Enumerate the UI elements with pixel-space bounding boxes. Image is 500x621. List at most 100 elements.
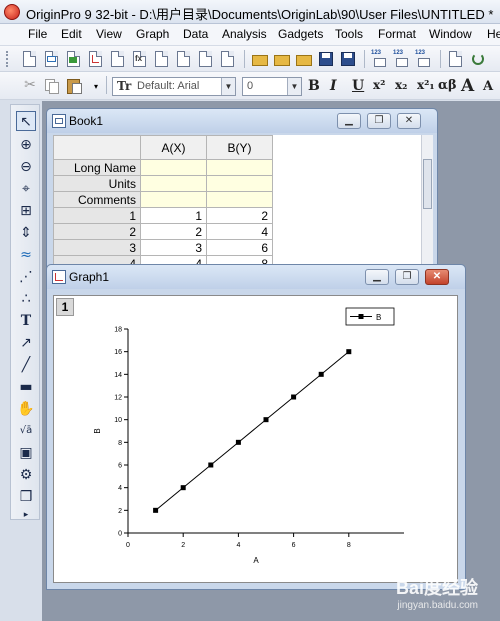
close-button[interactable]: ✕ — [425, 269, 449, 285]
plot-area[interactable]: 0 2 4 6 8 0 2 4 6 8 10 12 14 16 18 A B B — [54, 296, 459, 584]
import-wizard-icon[interactable]: 123 — [414, 49, 434, 69]
tools-overflow-icon[interactable]: ▸ — [16, 505, 36, 525]
close-button[interactable]: ✕ — [397, 113, 421, 129]
draw-data-tool-icon[interactable]: ≈ — [16, 245, 36, 265]
3d-rotate-tool-icon[interactable]: ❒ — [16, 487, 36, 507]
paste-icon[interactable] — [64, 76, 84, 96]
chevron-down-icon[interactable]: ▼ — [287, 78, 301, 95]
hand-tool-icon[interactable]: ✋ — [16, 399, 36, 419]
pointer-tool-icon[interactable]: ↖ — [16, 111, 36, 131]
import-multiple-ascii-icon[interactable]: 123 — [392, 49, 412, 69]
worksheet-corner[interactable] — [53, 135, 141, 160]
superscript-button[interactable]: x² — [373, 78, 385, 92]
table-cell[interactable]: 1 — [140, 207, 207, 224]
new-excel-icon[interactable] — [64, 49, 84, 69]
menu-item-tools[interactable]: Tools — [335, 27, 363, 41]
units-cell-b[interactable] — [206, 175, 273, 192]
table-cell[interactable]: 4 — [206, 223, 273, 240]
comments-cell-a[interactable] — [140, 191, 207, 208]
save-project-icon[interactable] — [316, 49, 336, 69]
paste-dropdown-icon[interactable]: ▾ — [86, 82, 106, 102]
toolbar-overflow-icon[interactable] — [490, 49, 500, 69]
table-cell[interactable]: 2 — [206, 207, 273, 224]
row-header[interactable]: 2 — [53, 223, 141, 240]
menu-item-edit[interactable]: Edit — [61, 27, 82, 41]
new-workbook-icon[interactable] — [42, 49, 62, 69]
label-row-header[interactable]: Units — [53, 175, 141, 192]
insert-equation-icon[interactable]: √ā — [16, 421, 36, 441]
menu-item-gadgets[interactable]: Gadgets — [278, 27, 323, 41]
label-row-header[interactable]: Long Name — [53, 159, 141, 176]
long-name-cell-a[interactable] — [140, 159, 207, 176]
graph-page[interactable]: 1 0 2 4 6 8 0 2 4 6 8 10 12 14 16 18 A B B — [53, 295, 458, 583]
zoom-out-tool-icon[interactable]: ⊖ — [16, 157, 36, 177]
vertical-scrollbar[interactable] — [421, 135, 433, 275]
new-graph-icon[interactable] — [86, 49, 106, 69]
data-reader-tool-icon[interactable]: ⊞ — [16, 201, 36, 221]
supersubscript-button[interactable]: x²₁ — [417, 78, 435, 92]
minimize-button[interactable]: ▁ — [365, 269, 389, 285]
menu-item-data[interactable]: Data — [183, 27, 208, 41]
scrollbar-thumb[interactable] — [423, 159, 432, 209]
scatter-points-icon[interactable]: ∴ — [16, 289, 36, 309]
bold-button[interactable]: B — [308, 78, 320, 94]
regional-data-selector-icon[interactable]: ⋰ — [16, 267, 36, 287]
font-size-select[interactable]: 0 ▼ — [242, 77, 302, 96]
menu-item-graph[interactable]: Graph — [136, 27, 169, 41]
greek-button[interactable]: αβ — [438, 78, 457, 93]
maximize-button[interactable]: ❐ — [395, 269, 419, 285]
refresh-icon[interactable] — [468, 49, 488, 69]
new-notes-icon[interactable] — [174, 49, 194, 69]
new-project-icon[interactable] — [20, 49, 40, 69]
new-layout-icon[interactable] — [152, 49, 172, 69]
maximize-button[interactable]: ❐ — [367, 113, 391, 129]
italic-button[interactable]: I — [330, 78, 337, 94]
row-header[interactable]: 1 — [53, 207, 141, 224]
open-folder-icon[interactable] — [250, 49, 270, 69]
decrease-font-button[interactable]: A — [483, 79, 493, 94]
menu-item-analysis[interactable]: Analysis — [222, 27, 267, 41]
zoom-in-tool-icon[interactable]: ⊕ — [16, 135, 36, 155]
annotation-tool-icon[interactable]: ⚙ — [16, 465, 36, 485]
table-cell[interactable]: 2 — [140, 223, 207, 240]
import-single-ascii-icon[interactable]: 123 — [370, 49, 390, 69]
screen-reader-tool-icon[interactable]: ⌖ — [16, 179, 36, 199]
cut-icon[interactable]: ✂ — [20, 76, 40, 96]
copy-icon[interactable] — [42, 76, 62, 96]
rectangle-tool-icon[interactable]: ▬ — [16, 377, 36, 397]
menu-item-file[interactable]: File — [28, 27, 47, 41]
origin-app-icon[interactable] — [4, 4, 20, 20]
font-select[interactable]: Tr Default: Arial ▼ — [112, 77, 236, 96]
underline-button[interactable]: U — [352, 78, 364, 94]
subscript-button[interactable]: x₂ — [395, 78, 407, 92]
increase-font-button[interactable]: A — [461, 76, 474, 96]
graph1-window[interactable]: Graph1 ▁ ❐ ✕ 1 0 2 4 6 8 0 2 4 6 8 10 12 14 16 18 A B B — [46, 264, 466, 590]
new-function-icon[interactable]: fx — [130, 49, 150, 69]
insert-graph-icon[interactable]: ▣ — [16, 443, 36, 463]
units-cell-a[interactable] — [140, 175, 207, 192]
new-matrix-icon[interactable] — [108, 49, 128, 69]
data-selector-tool-icon[interactable]: ⇕ — [16, 223, 36, 243]
open-template-icon[interactable] — [272, 49, 292, 69]
minimize-button[interactable]: ▁ — [337, 113, 361, 129]
table-cell[interactable]: 6 — [206, 239, 273, 256]
new-script-icon[interactable] — [218, 49, 238, 69]
line-tool-icon[interactable]: ╱ — [16, 355, 36, 375]
menu-item-he[interactable]: He — [487, 27, 500, 41]
column-header-a[interactable]: A(X) — [140, 135, 207, 160]
menu-item-format[interactable]: Format — [378, 27, 416, 41]
book1-window[interactable]: Book1 ▁ ❐ ✕ A(X) B(Y) Long Name Units Co… — [46, 108, 438, 285]
menu-item-window[interactable]: Window — [429, 27, 472, 41]
book1-title-bar[interactable]: Book1 ▁ ❐ ✕ — [47, 109, 437, 133]
duplicate-icon[interactable] — [446, 49, 466, 69]
new-fit-icon[interactable] — [196, 49, 216, 69]
save-window-icon[interactable] — [338, 49, 358, 69]
table-cell[interactable]: 3 — [140, 239, 207, 256]
row-header[interactable]: 3 — [53, 239, 141, 256]
chevron-down-icon[interactable]: ▼ — [221, 78, 235, 95]
arrow-tool-icon[interactable]: ↗ — [16, 333, 36, 353]
menu-item-view[interactable]: View — [96, 27, 122, 41]
open-excel-icon[interactable] — [294, 49, 314, 69]
worksheet[interactable]: A(X) B(Y) Long Name Units Comments 1 1 2… — [53, 135, 421, 285]
graph1-title-bar[interactable]: Graph1 ▁ ❐ ✕ — [47, 265, 465, 289]
